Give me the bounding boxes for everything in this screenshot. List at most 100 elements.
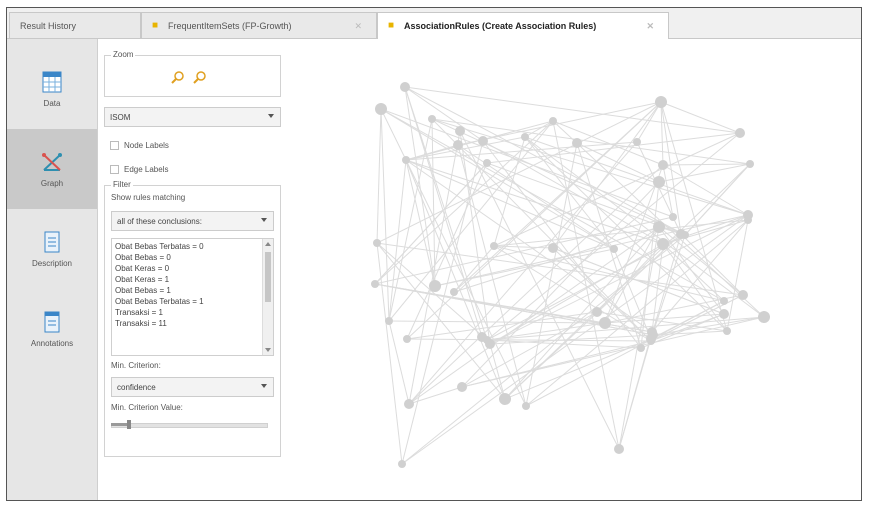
tab-result-history[interactable]: Result History (9, 12, 141, 38)
list-item[interactable]: Obat Keras = 1 (112, 274, 273, 285)
graph-node[interactable] (453, 140, 463, 150)
graph-node[interactable] (657, 238, 669, 250)
graph-node[interactable] (610, 245, 618, 253)
edge-labels-checkbox[interactable]: Edge Labels (110, 163, 281, 175)
graph-node[interactable] (614, 444, 624, 454)
graph-node[interactable] (720, 297, 728, 305)
list-item[interactable]: Transaksi = 1 (112, 307, 273, 318)
checkbox-box[interactable] (110, 164, 119, 174)
graph-node[interactable] (385, 317, 393, 325)
graph-edge (404, 86, 484, 142)
conclusions-list[interactable]: Obat Bebas Terbatas = 0 Obat Bebas = 0 O… (111, 238, 274, 356)
graph-node[interactable] (455, 126, 465, 136)
sidebar-item-data[interactable]: Data (7, 49, 97, 129)
zoom-out-icon[interactable] (193, 70, 207, 84)
graph-edge (404, 86, 686, 236)
list-item[interactable]: Obat Bebas Terbatas = 1 (112, 296, 273, 307)
checkbox-box[interactable] (110, 140, 119, 150)
criterion-select-value: confidence (117, 382, 156, 392)
graph-node[interactable] (403, 335, 411, 343)
graph-node[interactable] (429, 280, 441, 292)
graph-node[interactable] (746, 160, 754, 168)
graph-node[interactable] (428, 115, 436, 123)
sidebar-item-annotations[interactable]: Annotations (7, 289, 97, 369)
chevron-down-icon (268, 114, 274, 118)
close-icon[interactable]: ✕ (646, 21, 654, 32)
graph-node[interactable] (655, 96, 667, 108)
graph-node[interactable] (653, 176, 665, 188)
graph-node[interactable] (490, 242, 498, 250)
tab-frequent-itemsets[interactable]: ■ FrequentItemSets (FP-Growth) ✕ (141, 12, 377, 38)
slider-track[interactable] (111, 423, 268, 428)
graph-node[interactable] (521, 133, 529, 141)
graph-node[interactable] (522, 402, 530, 410)
close-icon[interactable]: ✕ (354, 21, 362, 32)
graph-canvas[interactable] (287, 39, 862, 501)
graph-edge (405, 159, 664, 245)
graph-node[interactable] (483, 336, 491, 344)
scroll-down-icon[interactable] (265, 348, 271, 352)
graph-node[interactable] (404, 399, 414, 409)
zoom-in-icon[interactable] (171, 70, 185, 84)
graph-node[interactable] (402, 156, 410, 164)
graph-node[interactable] (548, 243, 558, 253)
graph-node[interactable] (669, 213, 677, 221)
graph-node[interactable] (633, 138, 641, 146)
match-select[interactable]: all of these conclusions: (111, 211, 274, 231)
layout-select[interactable]: ISOM (104, 107, 281, 127)
graph-node[interactable] (738, 290, 748, 300)
graph-edge (680, 233, 744, 296)
graph-edge (489, 214, 749, 345)
graph-node[interactable] (375, 103, 387, 115)
scroll-thumb[interactable] (265, 252, 271, 302)
graph-node[interactable] (723, 327, 731, 335)
graph-edge (376, 108, 382, 244)
list-scrollbar[interactable] (262, 239, 273, 355)
graph-node[interactable] (400, 82, 410, 92)
graph-node[interactable] (398, 460, 406, 468)
rules-icon: ■ (388, 20, 395, 31)
tab-association-rules[interactable]: ■ AssociationRules (Create Association R… (377, 12, 669, 39)
graph-node[interactable] (653, 221, 665, 233)
graph-node[interactable] (758, 311, 770, 323)
graph-edge (388, 159, 407, 322)
graph-node[interactable] (658, 160, 668, 170)
sidebar-item-graph[interactable]: Graph (7, 129, 97, 209)
graph-edge (660, 101, 741, 134)
list-item[interactable]: Obat Bebas = 0 (112, 252, 273, 263)
chevron-down-icon (261, 218, 267, 222)
graph-node[interactable] (483, 159, 491, 167)
graph-node[interactable] (637, 344, 645, 352)
graph-node[interactable] (735, 128, 745, 138)
tab-bar: Result History ■ FrequentItemSets (FP-Gr… (7, 8, 861, 39)
list-item[interactable]: Obat Keras = 0 (112, 263, 273, 274)
graph-icon (42, 152, 62, 171)
min-criterion-slider[interactable] (111, 420, 274, 429)
graph-node[interactable] (719, 309, 729, 319)
graph-node[interactable] (592, 307, 602, 317)
graph-node[interactable] (457, 382, 467, 392)
sidebar-item-description[interactable]: Description (7, 209, 97, 289)
criterion-select[interactable]: confidence (111, 377, 274, 397)
association-graph[interactable] (287, 39, 862, 501)
graph-node[interactable] (647, 327, 657, 337)
graph-node[interactable] (371, 280, 379, 288)
filter-group: Filter Show rules matching all of these … (104, 180, 281, 457)
graph-node[interactable] (572, 138, 582, 148)
graph-edge (493, 245, 725, 302)
slider-handle[interactable] (127, 420, 131, 429)
list-item[interactable]: Obat Bebas = 1 (112, 285, 273, 296)
graph-node[interactable] (549, 117, 557, 125)
graph-node[interactable] (681, 231, 689, 239)
list-item[interactable]: Obat Bebas Terbatas = 0 (112, 241, 273, 252)
graph-edge (401, 140, 484, 465)
graph-node[interactable] (599, 317, 611, 329)
graph-node[interactable] (744, 216, 752, 224)
graph-node[interactable] (478, 136, 488, 146)
graph-node[interactable] (373, 239, 381, 247)
list-item[interactable]: Transaksi = 11 (112, 318, 273, 329)
node-labels-checkbox[interactable]: Node Labels (110, 139, 281, 151)
scroll-up-icon[interactable] (265, 242, 271, 246)
graph-node[interactable] (499, 393, 511, 405)
graph-node[interactable] (450, 288, 458, 296)
